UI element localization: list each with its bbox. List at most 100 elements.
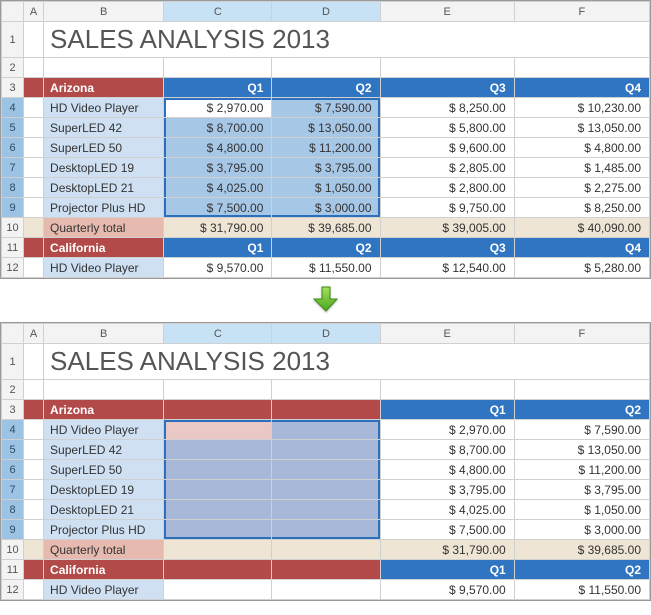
cell[interactable]: $ 3,795.00 [514, 480, 649, 500]
row-header-8[interactable]: 8 [2, 500, 24, 520]
cell[interactable]: $ 39,685.00 [514, 540, 649, 560]
region-name[interactable]: Arizona [44, 400, 164, 420]
cell[interactable]: $ 9,600.00 [380, 138, 514, 158]
quarter-header[interactable]: Q1 [164, 78, 272, 98]
cell[interactable]: $ 9,750.00 [380, 198, 514, 218]
col-header-E[interactable]: E [380, 324, 514, 344]
cell[interactable] [164, 520, 272, 540]
cell[interactable]: $ 5,280.00 [514, 258, 649, 278]
cell[interactable]: $ 7,590.00 [272, 98, 380, 118]
col-header-F[interactable]: F [514, 2, 649, 22]
cell[interactable]: $ 3,000.00 [272, 198, 380, 218]
row-header-11[interactable]: 11 [2, 560, 24, 580]
cell[interactable]: $ 1,050.00 [272, 178, 380, 198]
total-label[interactable]: Quarterly total [44, 218, 164, 238]
quarter-header[interactable]: Q4 [514, 78, 649, 98]
cell[interactable]: $ 8,700.00 [164, 118, 272, 138]
row-header-6[interactable]: 6 [2, 138, 24, 158]
quarter-header[interactable]: Q1 [164, 238, 272, 258]
col-header-E[interactable]: E [380, 2, 514, 22]
cell[interactable]: $ 9,570.00 [164, 258, 272, 278]
region-name[interactable]: California [44, 560, 164, 580]
cell[interactable]: $ 4,025.00 [380, 500, 514, 520]
product-name[interactable]: HD Video Player [44, 258, 164, 278]
row-header-9[interactable]: 9 [2, 520, 24, 540]
cell[interactable]: $ 4,800.00 [380, 460, 514, 480]
col-header-D[interactable]: D [272, 2, 380, 22]
row-header-7[interactable]: 7 [2, 480, 24, 500]
product-name[interactable]: HD Video Player [44, 98, 164, 118]
row-header-1[interactable]: 1 [2, 22, 24, 58]
cell[interactable]: $ 3,795.00 [380, 480, 514, 500]
row-header-2[interactable]: 2 [2, 58, 24, 78]
row-header-4[interactable]: 4 [2, 420, 24, 440]
product-name[interactable]: HD Video Player [44, 580, 164, 600]
cell[interactable] [272, 440, 380, 460]
region-name[interactable]: Arizona [44, 78, 164, 98]
product-name[interactable]: DesktopLED 19 [44, 480, 164, 500]
total-label[interactable]: Quarterly total [44, 540, 164, 560]
quarter-header[interactable]: Q1 [380, 560, 514, 580]
cell[interactable]: $ 40,090.00 [514, 218, 649, 238]
cell[interactable]: $ 13,050.00 [514, 118, 649, 138]
cell[interactable]: $ 2,970.00 [380, 420, 514, 440]
row-header-4[interactable]: 4 [2, 98, 24, 118]
cell[interactable]: $ 1,485.00 [514, 158, 649, 178]
quarter-header[interactable]: Q2 [272, 78, 380, 98]
row-header-7[interactable]: 7 [2, 158, 24, 178]
row-header-10[interactable]: 10 [2, 218, 24, 238]
col-header-A[interactable]: A [24, 2, 44, 22]
product-name[interactable]: SuperLED 42 [44, 118, 164, 138]
cell[interactable]: $ 2,805.00 [380, 158, 514, 178]
row-header-12[interactable]: 12 [2, 580, 24, 600]
cell[interactable]: $ 7,500.00 [164, 198, 272, 218]
select-all-corner[interactable] [2, 2, 24, 22]
row-header-5[interactable]: 5 [2, 440, 24, 460]
cell[interactable] [24, 22, 44, 58]
cell[interactable]: $ 2,800.00 [380, 178, 514, 198]
page-title[interactable]: SALES ANALYSIS 2013 [44, 22, 650, 58]
col-header-C[interactable]: C [164, 324, 272, 344]
product-name[interactable]: Projector Plus HD [44, 520, 164, 540]
cell[interactable]: $ 13,050.00 [514, 440, 649, 460]
row-header-3[interactable]: 3 [2, 78, 24, 98]
select-all-corner[interactable] [2, 324, 24, 344]
cell[interactable]: $ 5,800.00 [380, 118, 514, 138]
cell[interactable] [272, 460, 380, 480]
cell[interactable]: $ 10,230.00 [514, 98, 649, 118]
cell[interactable]: $ 39,685.00 [272, 218, 380, 238]
product-name[interactable]: Projector Plus HD [44, 198, 164, 218]
quarter-header[interactable]: Q2 [272, 238, 380, 258]
grid[interactable]: A B C D E F 1 SALES ANALYSIS 2013 2 3 Ar… [1, 323, 650, 600]
cell[interactable]: $ 1,050.00 [514, 500, 649, 520]
row-header-3[interactable]: 3 [2, 400, 24, 420]
quarter-header[interactable]: Q4 [514, 238, 649, 258]
product-name[interactable]: DesktopLED 21 [44, 500, 164, 520]
product-name[interactable]: SuperLED 50 [44, 138, 164, 158]
row-header-10[interactable]: 10 [2, 540, 24, 560]
row-header-1[interactable]: 1 [2, 344, 24, 380]
cell[interactable]: $ 3,000.00 [514, 520, 649, 540]
cell[interactable] [272, 500, 380, 520]
col-header-B[interactable]: B [44, 324, 164, 344]
row-header-6[interactable]: 6 [2, 460, 24, 480]
cell[interactable]: $ 7,590.00 [514, 420, 649, 440]
row-header-9[interactable]: 9 [2, 198, 24, 218]
cell[interactable] [164, 460, 272, 480]
cell[interactable]: $ 4,800.00 [164, 138, 272, 158]
cell[interactable]: $ 12,540.00 [380, 258, 514, 278]
cell[interactable]: $ 31,790.00 [380, 540, 514, 560]
col-header-B[interactable]: B [44, 2, 164, 22]
cell[interactable]: $ 11,200.00 [514, 460, 649, 480]
row-header-8[interactable]: 8 [2, 178, 24, 198]
cell[interactable] [164, 480, 272, 500]
cell[interactable]: $ 2,970.00 [164, 98, 272, 118]
row-header-11[interactable]: 11 [2, 238, 24, 258]
cell[interactable]: $ 3,795.00 [272, 158, 380, 178]
cell[interactable]: $ 11,200.00 [272, 138, 380, 158]
product-name[interactable]: HD Video Player [44, 420, 164, 440]
quarter-header[interactable]: Q2 [514, 560, 649, 580]
quarter-header[interactable]: Q1 [380, 400, 514, 420]
cell[interactable] [272, 480, 380, 500]
row-header-5[interactable]: 5 [2, 118, 24, 138]
